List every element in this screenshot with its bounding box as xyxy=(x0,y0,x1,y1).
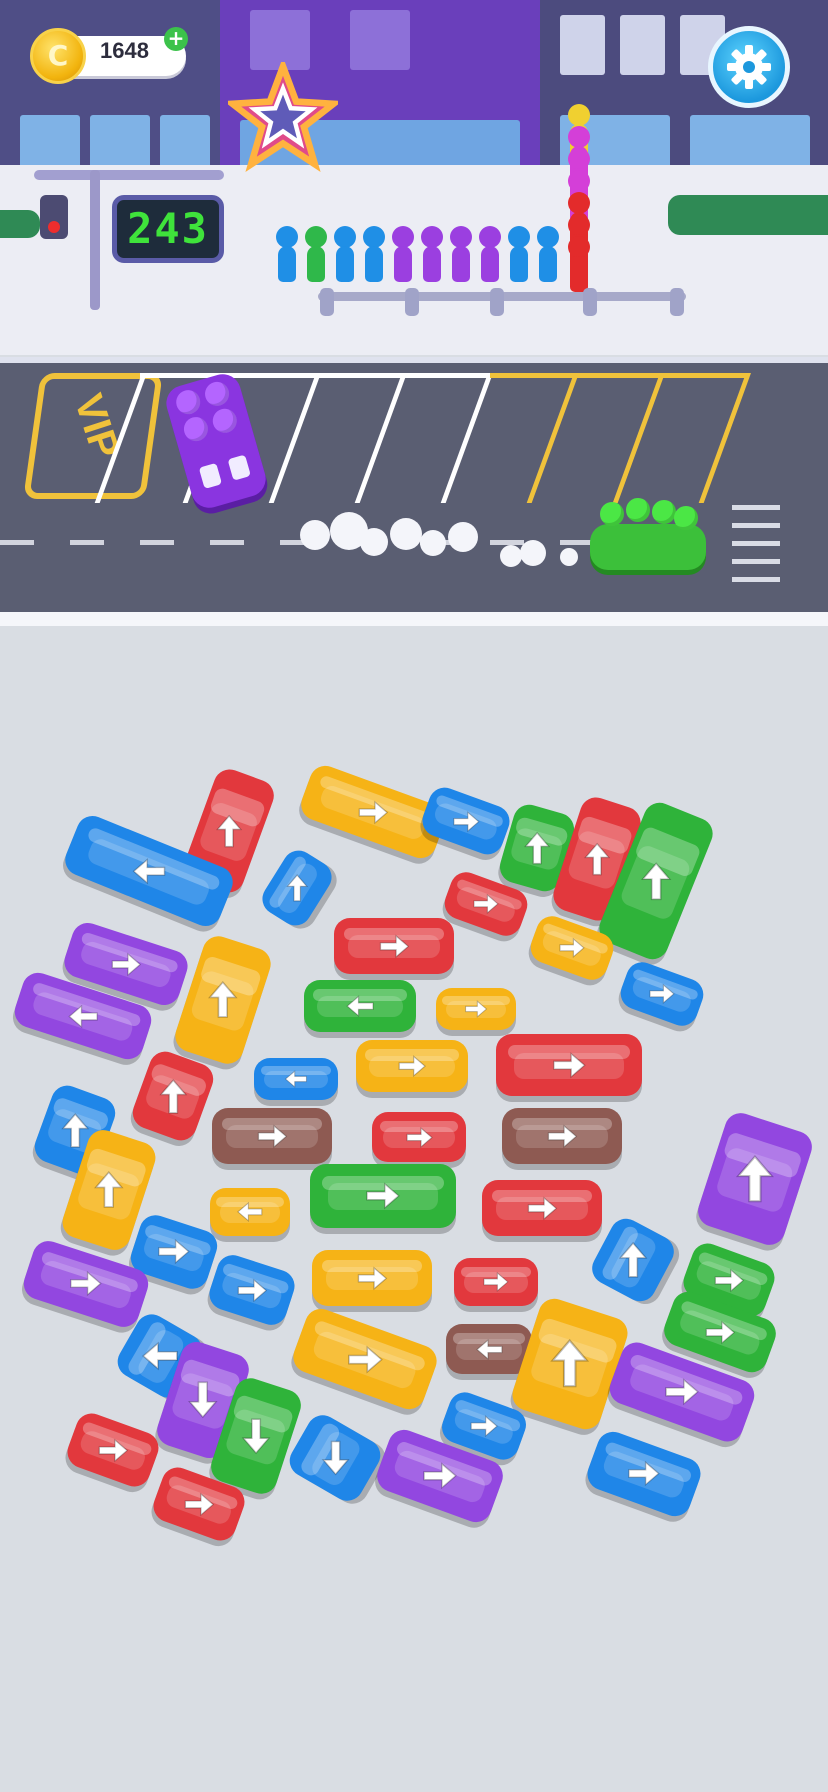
direction-arrow-icon xyxy=(286,874,308,902)
add-coins-button[interactable]: + xyxy=(164,27,188,51)
direction-arrow-icon xyxy=(483,1271,509,1293)
seated-passenger xyxy=(626,498,650,522)
coin-balance: 1648 xyxy=(100,38,149,63)
red-bus[interactable] xyxy=(454,1258,538,1306)
direction-arrow-icon xyxy=(714,1268,744,1292)
direction-arrow-icon xyxy=(473,893,499,915)
direction-arrow-icon xyxy=(366,1182,401,1210)
direction-arrow-icon xyxy=(547,1124,577,1148)
direction-arrow-icon xyxy=(552,1051,586,1079)
hedge xyxy=(0,210,40,238)
leaving-car xyxy=(590,498,706,570)
direction-arrow-icon xyxy=(705,1320,735,1344)
settings-button[interactable] xyxy=(708,26,790,108)
direction-arrow-icon xyxy=(640,861,672,900)
direction-arrow-icon xyxy=(215,814,243,848)
direction-arrow-icon xyxy=(357,1266,387,1290)
passenger xyxy=(274,226,300,286)
passenger xyxy=(506,226,532,286)
direction-arrow-icon xyxy=(423,1462,458,1490)
direction-arrow-icon xyxy=(527,1196,557,1220)
passenger xyxy=(303,226,329,286)
direction-arrow-icon xyxy=(237,1201,263,1223)
star-sign-icon xyxy=(228,62,338,172)
direction-arrow-icon xyxy=(406,1126,433,1148)
coin-icon: C xyxy=(30,28,86,84)
passenger xyxy=(535,226,561,286)
passenger xyxy=(361,226,387,286)
direction-arrow-icon xyxy=(379,934,409,958)
direction-arrow-icon xyxy=(358,800,388,824)
direction-arrow-icon xyxy=(284,1070,307,1088)
yellow-car[interactable] xyxy=(436,988,516,1030)
countdown-timer: 243 xyxy=(112,195,224,263)
direction-arrow-icon xyxy=(470,1415,498,1437)
direction-arrow-icon xyxy=(523,831,551,865)
direction-arrow-icon xyxy=(453,810,480,832)
brown-car[interactable] xyxy=(446,1324,532,1374)
direction-arrow-icon xyxy=(346,995,374,1017)
direction-arrow-icon xyxy=(583,842,611,876)
direction-arrow-icon xyxy=(132,857,166,885)
passenger xyxy=(477,226,503,286)
curb xyxy=(0,612,828,626)
red-bus[interactable] xyxy=(482,1180,602,1236)
passenger xyxy=(448,226,474,286)
traffic-light-icon xyxy=(40,195,68,239)
passenger xyxy=(419,226,445,286)
direction-arrow-icon xyxy=(735,1155,775,1203)
direction-arrow-icon xyxy=(237,1278,267,1302)
direction-arrow-icon xyxy=(159,1078,187,1114)
direction-arrow-icon xyxy=(550,1339,590,1388)
direction-arrow-icon xyxy=(649,983,675,1005)
sign-arm xyxy=(34,170,224,180)
green-bus[interactable] xyxy=(310,1164,456,1228)
direction-arrow-icon xyxy=(70,1271,102,1297)
direction-arrow-icon xyxy=(559,937,585,959)
direction-arrow-icon xyxy=(321,1440,349,1476)
red-car[interactable] xyxy=(372,1112,466,1162)
brown-bus[interactable] xyxy=(502,1108,622,1164)
seated-passenger xyxy=(674,506,698,530)
direction-arrow-icon xyxy=(257,1124,287,1148)
yellow-car[interactable] xyxy=(210,1188,290,1236)
direction-arrow-icon xyxy=(188,1381,218,1419)
direction-arrow-icon xyxy=(618,1241,648,1278)
direction-arrow-icon xyxy=(111,952,141,976)
direction-arrow-icon xyxy=(465,1000,488,1018)
direction-arrow-icon xyxy=(94,1171,124,1209)
direction-arrow-icon xyxy=(665,1378,700,1406)
sign-pole xyxy=(90,170,100,310)
red-bus[interactable] xyxy=(496,1034,642,1096)
passenger xyxy=(566,236,592,296)
gear-icon xyxy=(727,45,771,89)
passenger xyxy=(390,226,416,286)
direction-arrow-icon xyxy=(475,1338,502,1360)
direction-arrow-icon xyxy=(158,1239,190,1265)
red-bus[interactable] xyxy=(334,918,454,974)
seated-passenger xyxy=(600,502,624,526)
brown-bus[interactable] xyxy=(212,1108,332,1164)
blue-car[interactable] xyxy=(254,1058,338,1100)
building-left xyxy=(0,0,220,180)
green-bus[interactable] xyxy=(304,980,416,1032)
yellow-bus[interactable] xyxy=(356,1040,468,1092)
direction-arrow-icon xyxy=(347,1345,383,1373)
game-scene: 243 C 1648 + VIP xyxy=(0,0,828,1792)
direction-arrow-icon xyxy=(68,1004,98,1028)
passenger xyxy=(332,226,358,286)
direction-arrow-icon xyxy=(241,1418,271,1455)
seated-passenger xyxy=(652,500,676,524)
direction-arrow-icon xyxy=(628,1461,660,1487)
hedge xyxy=(668,195,828,235)
direction-arrow-icon xyxy=(184,1492,214,1516)
direction-arrow-icon xyxy=(208,981,238,1019)
direction-arrow-icon xyxy=(398,1055,426,1077)
direction-arrow-icon xyxy=(98,1438,128,1462)
yellow-car[interactable] xyxy=(312,1250,432,1306)
